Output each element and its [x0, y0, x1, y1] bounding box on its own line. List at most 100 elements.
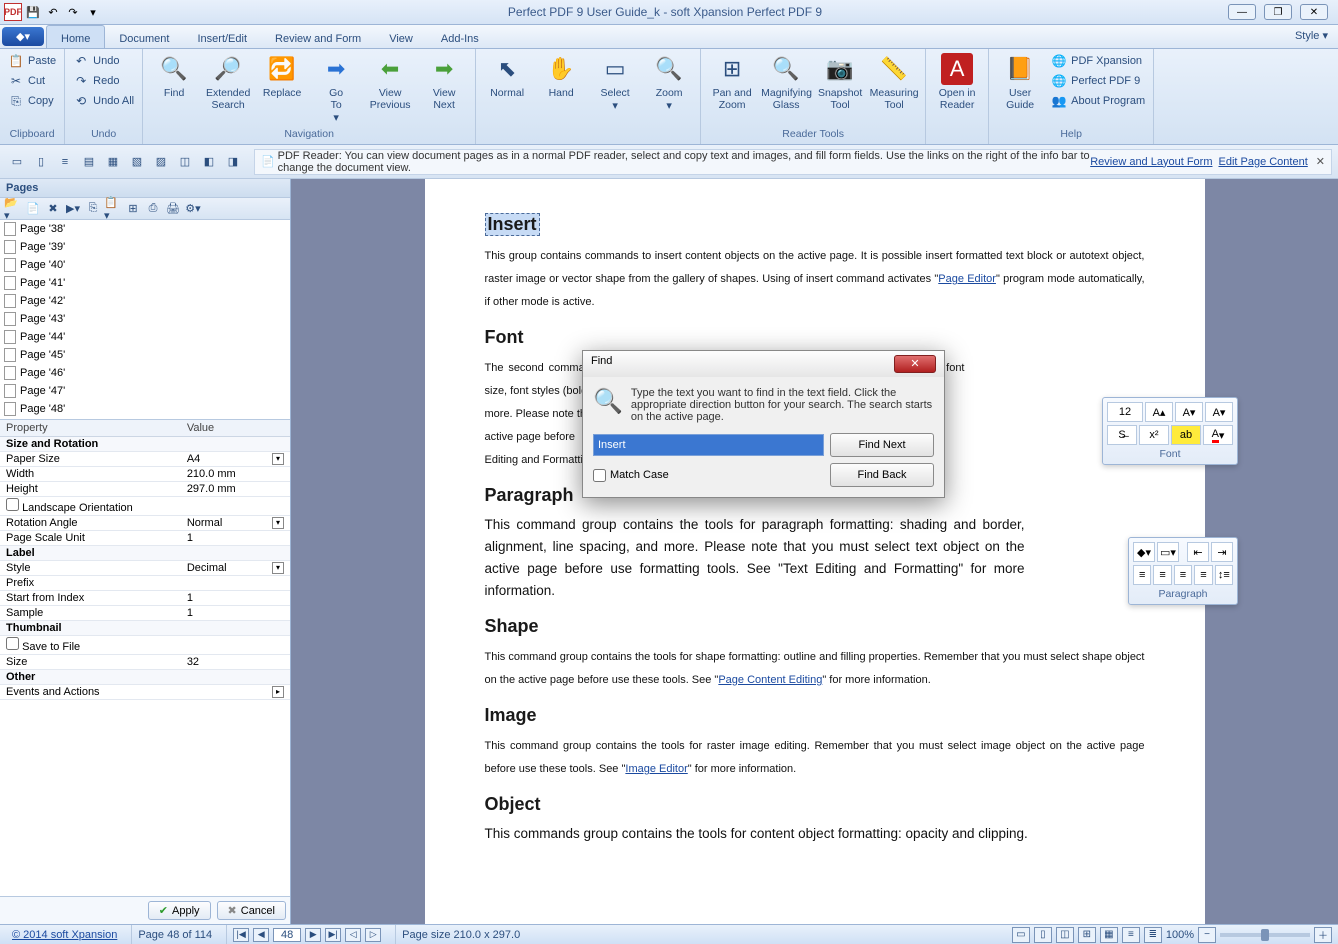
normal-tool-button[interactable]: ⬉Normal — [482, 51, 532, 99]
paste-button[interactable]: 📋Paste — [6, 51, 58, 71]
page-list-item[interactable]: Page '45' — [0, 346, 290, 364]
nav-fwd-icon[interactable]: ▷ — [365, 928, 381, 942]
nav-prev-icon[interactable]: ◀ — [253, 928, 269, 942]
hand-tool-button[interactable]: ✋Hand — [536, 51, 586, 99]
style-menu[interactable]: Style ▾ — [1285, 25, 1338, 48]
page-list-item[interactable]: Page '43' — [0, 310, 290, 328]
view-mode-4-icon[interactable]: ⊞ — [1078, 927, 1096, 943]
qat-dropdown-icon[interactable]: ▾ — [84, 3, 102, 21]
replace-button[interactable]: 🔁Replace — [257, 51, 307, 99]
pages-tool-7-icon[interactable]: ⊞ — [124, 200, 142, 218]
apply-button[interactable]: ✔Apply — [148, 901, 211, 920]
page-list-item[interactable]: Page '42' — [0, 292, 290, 310]
tab-addins[interactable]: Add-Ins — [427, 25, 493, 48]
tool-5-icon[interactable]: ▦ — [102, 151, 124, 173]
select-tool-button[interactable]: ▭Select▾ — [590, 51, 640, 112]
pages-tool-3-icon[interactable]: ✖ — [44, 200, 62, 218]
qat-undo-icon[interactable]: ↶ — [44, 3, 62, 21]
val-start[interactable]: 1 — [181, 591, 290, 606]
qat-redo-icon[interactable]: ↷ — [64, 3, 82, 21]
val-thumb-size[interactable]: 32 — [181, 655, 290, 670]
page-list-item[interactable]: Page '40' — [0, 256, 290, 274]
perfect-pdf-link[interactable]: 🌐Perfect PDF 9 — [1049, 71, 1147, 91]
measuring-tool-button[interactable]: 📏Measuring Tool — [869, 51, 919, 111]
pages-tool-4-icon[interactable]: ▶▾ — [64, 200, 82, 218]
pages-tool-9-icon[interactable]: 🖨 — [164, 200, 182, 218]
view-mode-2-icon[interactable]: ▯ — [1034, 927, 1052, 943]
nav-back-icon[interactable]: ◁ — [345, 928, 361, 942]
val-style[interactable]: Decimal▾ — [181, 561, 290, 576]
tool-6-icon[interactable]: ▧ — [126, 151, 148, 173]
border-icon[interactable]: ▭▾ — [1157, 542, 1179, 562]
open-in-reader-button[interactable]: AOpen in Reader — [932, 51, 982, 111]
pages-tool-6-icon[interactable]: 📋▾ — [104, 200, 122, 218]
tool-1-icon[interactable]: ▭ — [6, 151, 28, 173]
copyright-link[interactable]: © 2014 soft Xpansion — [12, 929, 117, 941]
zoom-out-button[interactable]: − — [1198, 927, 1216, 943]
val-height[interactable]: 297.0 mm — [181, 482, 290, 497]
find-back-button[interactable]: Find Back — [830, 463, 934, 487]
pages-list[interactable]: Page '38'Page '39'Page '40'Page '41'Page… — [0, 220, 290, 420]
nav-next-icon[interactable]: ▶ — [305, 928, 321, 942]
user-guide-button[interactable]: 📙User Guide — [995, 51, 1045, 111]
nav-first-icon[interactable]: |◀ — [233, 928, 249, 942]
val-prefix[interactable] — [181, 576, 290, 591]
pages-tool-5-icon[interactable]: ⎘ — [84, 200, 102, 218]
line-spacing-icon[interactable]: ↕≡ — [1215, 565, 1233, 585]
pages-tool-2-icon[interactable]: 📄 — [24, 200, 42, 218]
fill-icon[interactable]: ◆▾ — [1133, 542, 1155, 562]
val-sample[interactable]: 1 — [181, 606, 290, 621]
view-mode-5-icon[interactable]: ▦ — [1100, 927, 1118, 943]
tool-4-icon[interactable]: ▤ — [78, 151, 100, 173]
page-content-editing-link[interactable]: Page Content Editing — [718, 674, 822, 686]
zoom-in-button[interactable]: ＋ — [1314, 927, 1332, 943]
prop-save-file[interactable]: Save to File — [0, 636, 290, 655]
prop-landscape[interactable]: Landscape Orientation — [0, 497, 290, 516]
align-justify-icon[interactable]: ≡ — [1194, 565, 1212, 585]
page-list-item[interactable]: Page '46' — [0, 364, 290, 382]
font-style-icon[interactable]: A▾ — [1205, 402, 1233, 422]
edit-page-content-link[interactable]: Edit Page Content — [1218, 156, 1307, 168]
indent-inc-icon[interactable]: ⇥ — [1211, 542, 1233, 562]
zoom-tool-button[interactable]: 🔍Zoom▾ — [644, 51, 694, 112]
tool-2-icon[interactable]: ▯ — [30, 151, 52, 173]
font-color-icon[interactable]: A▾ — [1203, 425, 1233, 445]
font-increase-icon[interactable]: A▴ — [1145, 402, 1173, 422]
val-scale[interactable]: 1 — [181, 531, 290, 546]
tool-9-icon[interactable]: ◧ — [198, 151, 220, 173]
tab-home[interactable]: Home — [46, 25, 105, 48]
cancel-button[interactable]: ✖Cancel — [217, 901, 286, 920]
tab-insert-edit[interactable]: Insert/Edit — [183, 25, 261, 48]
copy-button[interactable]: ⎘Copy — [6, 91, 58, 111]
highlight-icon[interactable]: ab — [1171, 425, 1201, 445]
nav-last-icon[interactable]: ▶| — [325, 928, 341, 942]
page-editor-link[interactable]: Page Editor — [938, 273, 996, 285]
find-close-button[interactable]: ✕ — [894, 355, 936, 373]
find-dialog-titlebar[interactable]: Find ✕ — [583, 351, 944, 377]
maximize-button[interactable]: ❐ — [1264, 4, 1292, 20]
pages-tool-add-icon[interactable]: 📂▾ — [4, 200, 22, 218]
find-button[interactable]: 🔍Find — [149, 51, 199, 99]
super-icon[interactable]: x² — [1139, 425, 1169, 445]
close-button[interactable]: ✕ — [1300, 4, 1328, 20]
view-mode-7-icon[interactable]: ≣ — [1144, 927, 1162, 943]
view-mode-1-icon[interactable]: ▭ — [1012, 927, 1030, 943]
tool-10-icon[interactable]: ◨ — [222, 151, 244, 173]
magnifying-glass-button[interactable]: 🔍Magnifying Glass — [761, 51, 811, 111]
align-center-icon[interactable]: ≡ — [1153, 565, 1171, 585]
tool-3-icon[interactable]: ≡ — [54, 151, 76, 173]
val-paper-size[interactable]: A4▾ — [181, 452, 290, 467]
val-width[interactable]: 210.0 mm — [181, 467, 290, 482]
document-view[interactable]: Insert This group contains commands to i… — [291, 179, 1338, 924]
page-list-item[interactable]: Page '47' — [0, 382, 290, 400]
cut-button[interactable]: ✂Cut — [6, 71, 58, 91]
find-input[interactable] — [593, 434, 824, 456]
tool-8-icon[interactable]: ◫ — [174, 151, 196, 173]
tab-view[interactable]: View — [375, 25, 427, 48]
font-decrease-icon[interactable]: A▾ — [1175, 402, 1203, 422]
val-events[interactable]: ▸ — [181, 685, 290, 700]
snapshot-tool-button[interactable]: 📷Snapshot Tool — [815, 51, 865, 111]
about-program-button[interactable]: 👥About Program — [1049, 91, 1147, 111]
goto-button[interactable]: ➡Go To▾ — [311, 51, 361, 124]
strike-icon[interactable]: S̶ — [1107, 425, 1137, 445]
